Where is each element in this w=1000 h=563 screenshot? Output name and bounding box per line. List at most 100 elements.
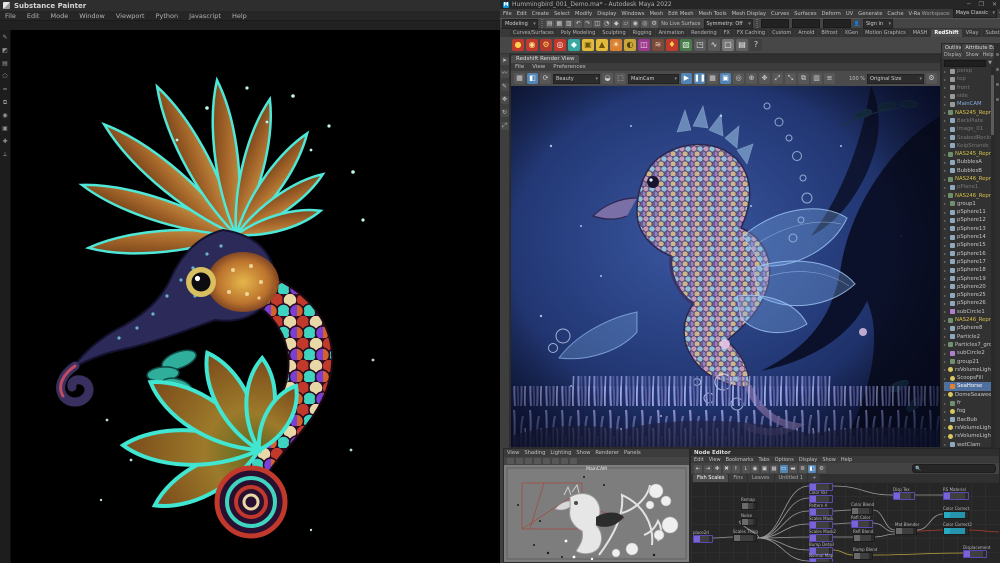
viewport-textures-icon[interactable] <box>543 458 550 464</box>
maya-menu-item[interactable]: Mesh <box>649 11 663 17</box>
ne-forward-icon[interactable]: ⇥ <box>704 465 712 473</box>
copy-frame-icon[interactable]: ⧉ <box>798 73 809 84</box>
outliner-item[interactable]: ▸ persp <box>944 67 994 75</box>
maya-titlebar[interactable]: M Hummingbird_001_Demo.ma* - Autodesk Ma… <box>500 0 1000 9</box>
rs-ies-light-icon[interactable]: ◐ <box>624 39 636 51</box>
outliner-menu-item[interactable]: Help <box>983 53 994 58</box>
expand-arrow-icon[interactable]: ▸ <box>944 85 948 90</box>
minimize-button[interactable]: ─ <box>967 1 971 8</box>
crop-region-icon[interactable]: ⬚ <box>615 73 626 84</box>
ne-layout-icon[interactable]: ▦ <box>770 465 778 473</box>
expand-arrow-icon[interactable]: ▸ <box>944 235 948 240</box>
maya-menu-item[interactable]: Generate <box>858 11 882 17</box>
path-tool-icon[interactable]: ✚ <box>2 138 9 145</box>
snap-curve-icon[interactable]: ◔ <box>603 20 611 28</box>
ne-graph-down-icon[interactable]: ⭣ <box>742 465 750 473</box>
outliner-item[interactable]: ▸ SeaHorse <box>944 382 994 390</box>
outliner-item[interactable]: ▸ fr <box>944 399 994 407</box>
expand-arrow-icon[interactable]: ▸ <box>944 351 948 356</box>
expand-arrow-icon[interactable]: ▸ <box>944 293 948 298</box>
sp-menu-item[interactable]: File <box>5 12 16 20</box>
expand-arrow-icon[interactable]: ▸ <box>944 376 948 381</box>
pixel-probe-icon[interactable]: ◎ <box>733 73 744 84</box>
expand-arrow-icon[interactable]: ▸ <box>944 417 948 422</box>
outliner-item[interactable]: ▸ pSphere8 <box>944 324 994 332</box>
new-scene-icon[interactable]: ▤ <box>546 20 554 28</box>
outliner-item[interactable]: ▸ MainCAM <box>944 100 994 108</box>
outliner-item[interactable]: ▸ NAS246_Reproduction <box>944 175 994 183</box>
outliner-item[interactable]: ▸ pPlane1 <box>944 183 994 191</box>
outliner-item[interactable]: ▸ side <box>944 92 994 100</box>
expand-arrow-icon[interactable]: ▸ <box>944 401 948 406</box>
outliner-item[interactable]: ▸ rsVolumeLight12 <box>944 432 994 440</box>
node-output-port[interactable] <box>829 509 832 515</box>
outliner-item[interactable]: ▸ fog <box>944 407 994 415</box>
sp-menu-item[interactable]: Window <box>79 12 105 20</box>
shading-node[interactable]: Color Blend <box>851 507 873 514</box>
expand-arrow-icon[interactable]: ▸ <box>944 127 948 132</box>
expand-arrow-icon[interactable]: ▸ <box>944 326 948 331</box>
outliner-item[interactable]: ▸ pSphere20 <box>944 283 994 291</box>
layers-icon[interactable]: ≡ <box>824 73 835 84</box>
shelf-tab[interactable]: XGen <box>842 29 862 37</box>
bucket-grid-icon[interactable]: ▦ <box>707 73 718 84</box>
maya-menu-item[interactable]: File <box>503 11 512 17</box>
shading-node[interactable]: Scales Mask2 <box>809 534 833 541</box>
outliner-item[interactable]: ▸ pSphere15 <box>944 241 994 249</box>
node-editor-tab[interactable]: Fins <box>729 474 747 482</box>
expand-arrow-icon[interactable]: ▸ <box>944 367 946 372</box>
node-editor-tab[interactable]: + <box>808 474 820 482</box>
expand-arrow-icon[interactable]: ▸ <box>944 425 946 430</box>
shading-node[interactable]: Color Correct2 <box>943 527 969 534</box>
shading-node[interactable]: Color Var <box>809 495 833 502</box>
rs-help-icon[interactable]: ? <box>750 39 762 51</box>
input-field-x[interactable] <box>792 19 820 28</box>
sp-viewport-canvas[interactable] <box>11 30 500 563</box>
node-editor-tab[interactable]: Fish Scales <box>693 474 728 482</box>
refresh-icon[interactable]: ⟳ <box>540 73 551 84</box>
render-view-tab[interactable]: Redshift Render View <box>511 55 579 63</box>
viewport-menu-item[interactable]: Lighting <box>550 450 571 456</box>
workspace-dropdown[interactable]: Maya Classic <box>953 9 997 18</box>
open-scene-icon[interactable]: ▦ <box>555 20 563 28</box>
brush-tool-icon[interactable]: ✎ <box>2 34 9 41</box>
shelf-tab[interactable]: Animation <box>656 29 688 37</box>
rotate-tool-icon[interactable]: ↻ <box>501 109 509 117</box>
node-editor-menu-item[interactable]: Show <box>822 457 836 463</box>
shelf-tab[interactable]: Arnold <box>795 29 817 37</box>
outliner-item[interactable]: ▸ pSphere16 <box>944 250 994 258</box>
expand-arrow-icon[interactable]: ▸ <box>944 334 948 339</box>
render-view-menu-item[interactable]: Preferences <box>553 64 585 70</box>
outliner-item[interactable]: ▸ pSphere18 <box>944 266 994 274</box>
node-editor-menu-item[interactable]: Tabs <box>759 457 770 463</box>
node-output-port[interactable] <box>829 559 832 562</box>
shelf-tab[interactable]: FX Caching <box>734 29 768 37</box>
ne-simple-mode-icon[interactable]: ▭ <box>780 465 788 473</box>
rs-camera-icon[interactable]: ◎ <box>554 39 566 51</box>
expand-arrow-icon[interactable]: ▸ <box>944 434 946 439</box>
quick-mask-tool-icon[interactable]: ▣ <box>2 125 9 132</box>
shelf-tab[interactable]: Rigging <box>630 29 655 37</box>
outliner-item[interactable]: ▸ front <box>944 84 994 92</box>
rs-matte-icon[interactable]: ▧ <box>680 39 692 51</box>
node-output-port[interactable] <box>829 522 832 528</box>
expand-arrow-icon[interactable]: ▸ <box>944 160 948 165</box>
sp-menu-item[interactable]: Viewport <box>116 12 145 20</box>
zoom-percent-field[interactable]: 100 % <box>849 76 865 82</box>
rs-fire-icon[interactable]: ♦ <box>666 39 678 51</box>
node-output-port[interactable] <box>983 551 986 557</box>
expand-arrow-icon[interactable]: ▸ <box>944 359 948 364</box>
tool-settings-toggle-icon[interactable] <box>996 68 999 71</box>
input-field-y[interactable] <box>823 19 851 28</box>
viewport-isolate-icon[interactable] <box>570 458 577 464</box>
node-editor-tab[interactable]: Untitled 1 <box>775 474 808 482</box>
shelf-tab[interactable]: VRay <box>963 29 982 37</box>
expand-arrow-icon[interactable]: ▸ <box>944 110 946 115</box>
outliner-item[interactable]: ▸ pSphere12 <box>944 216 994 224</box>
expand-arrow-icon[interactable]: ▸ <box>944 102 948 107</box>
outliner-item[interactable]: ▸ ScoopsFill <box>944 374 994 382</box>
expand-arrow-icon[interactable]: ▸ <box>944 69 948 74</box>
ne-remove-icon[interactable]: ✖ <box>723 465 731 473</box>
ne-full-mode-icon[interactable]: ≣ <box>799 465 807 473</box>
outliner-item[interactable]: ▸ pSphere25 <box>944 291 994 299</box>
